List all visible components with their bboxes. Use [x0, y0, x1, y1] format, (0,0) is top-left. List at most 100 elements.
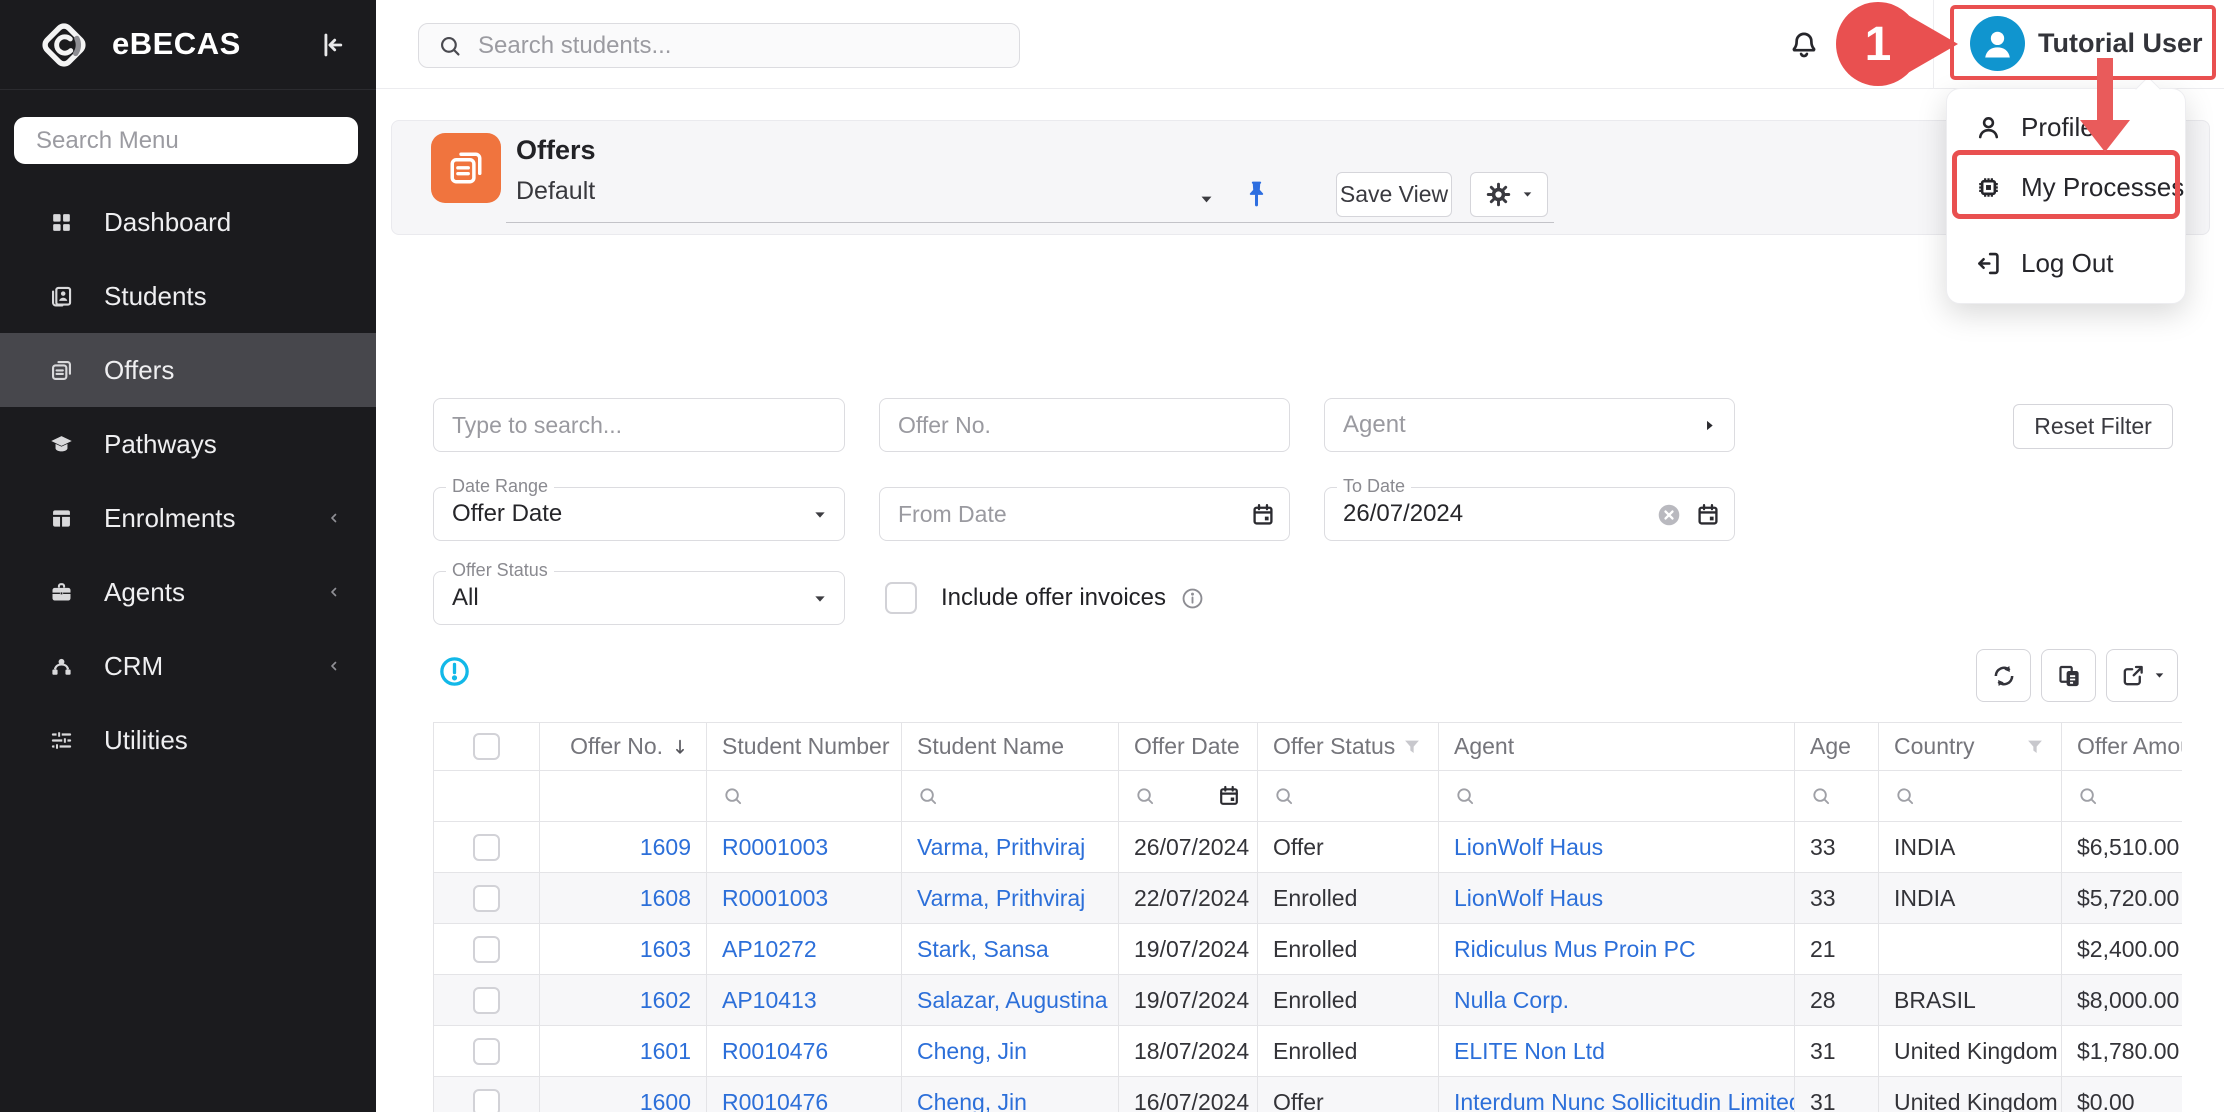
sidebar-item-offers[interactable]: Offers: [0, 333, 376, 407]
offer_no-link[interactable]: 1600: [640, 1089, 691, 1112]
header-cell-offer_no[interactable]: Offer No.: [540, 723, 707, 770]
user-dropdown-menu: Profile My Processes Log Out: [1946, 88, 2186, 304]
reset-filter-button[interactable]: Reset Filter: [2013, 404, 2173, 449]
student_number-link[interactable]: AP10272: [722, 936, 817, 963]
filter-cell-offer_date[interactable]: [1119, 771, 1258, 821]
topbar: Tutorial User: [376, 0, 2224, 89]
agent-link[interactable]: Ridiculus Mus Proin PC: [1454, 936, 1696, 963]
cell-offer_status: Offer: [1258, 822, 1439, 872]
menu-item-profile[interactable]: Profile: [1947, 97, 2185, 157]
save-view-button[interactable]: Save View: [1336, 172, 1452, 217]
cell-country: United Kingdom: [1879, 1026, 2062, 1076]
clear-icon[interactable]: [1656, 502, 1682, 528]
student_name-link[interactable]: Cheng, Jin: [917, 1038, 1027, 1065]
header-cell-select[interactable]: [434, 723, 540, 770]
cell-select: [434, 873, 540, 923]
header-cell-offer_status[interactable]: Offer Status: [1258, 723, 1439, 770]
calendar-icon[interactable]: [1694, 501, 1722, 529]
filter-cell-offer_status[interactable]: [1258, 771, 1439, 821]
agent-filter[interactable]: Agent: [1324, 398, 1735, 452]
row-checkbox[interactable]: [473, 987, 500, 1014]
filter-cell-offer_amount[interactable]: [2062, 771, 2182, 821]
agent-link[interactable]: ELITE Non Ltd: [1454, 1038, 1605, 1065]
row-checkbox[interactable]: [473, 885, 500, 912]
cell-offer_amount: $0.00: [2062, 1077, 2182, 1112]
filter-cell-student_name[interactable]: [902, 771, 1119, 821]
chevron-down-icon[interactable]: [1198, 191, 1215, 208]
sidebar-item-students[interactable]: Students: [0, 259, 376, 333]
header-cell-age[interactable]: Age: [1795, 723, 1879, 770]
row-checkbox[interactable]: [473, 1089, 500, 1112]
sidebar-item-agents[interactable]: Agents: [0, 555, 376, 629]
sidebar-item-enrolments[interactable]: Enrolments: [0, 481, 376, 555]
pin-view-icon[interactable]: [1240, 177, 1273, 210]
row-checkbox[interactable]: [473, 936, 500, 963]
student_number-link[interactable]: R0010476: [722, 1089, 828, 1112]
include-invoices-checkbox[interactable]: [885, 582, 917, 614]
student_number-link[interactable]: R0001003: [722, 834, 828, 861]
student_name-link[interactable]: Varma, Prithviraj: [917, 834, 1085, 861]
offer-no-input[interactable]: [879, 398, 1290, 452]
offer_no-link[interactable]: 1609: [640, 834, 691, 861]
offer_no-link[interactable]: 1601: [640, 1038, 691, 1065]
offer_no-link[interactable]: 1602: [640, 987, 691, 1014]
sidebar-item-utilities[interactable]: Utilities: [0, 703, 376, 777]
header-cell-offer_date[interactable]: Offer Date: [1119, 723, 1258, 770]
grid-search-input[interactable]: [433, 398, 845, 452]
user-menu-button[interactable]: Tutorial User: [1970, 8, 2216, 78]
filter-cell-agent[interactable]: [1439, 771, 1795, 821]
sidebar-item-dashboard[interactable]: Dashboard: [0, 185, 376, 259]
student-search-input[interactable]: [478, 32, 978, 60]
refresh-button[interactable]: [1976, 649, 2031, 702]
select-all-checkbox[interactable]: [473, 733, 500, 760]
from-date-input[interactable]: [880, 489, 1210, 539]
search-icon: [437, 33, 463, 59]
copy-button[interactable]: [2041, 649, 2096, 702]
date-range-select[interactable]: Date Range Offer Date: [433, 487, 845, 541]
export-button[interactable]: [2106, 649, 2178, 702]
offer_no-link[interactable]: 1608: [640, 885, 691, 912]
agent-link[interactable]: LionWolf Haus: [1454, 885, 1603, 912]
agent-link[interactable]: Interdum Nunc Sollicitudin Limited2: [1454, 1089, 1795, 1112]
filter-cell-country[interactable]: [1879, 771, 2062, 821]
header-cell-student_number[interactable]: Student Number: [707, 723, 902, 770]
cell-value: $8,000.00: [2077, 987, 2179, 1014]
filter-cell-student_number[interactable]: [707, 771, 902, 821]
menu-item-my-processes[interactable]: My Processes: [1947, 157, 2185, 217]
view-selector[interactable]: Default: [516, 177, 595, 206]
menu-item-log-out[interactable]: Log Out: [1947, 233, 2185, 293]
grid-alert-icon[interactable]: [438, 655, 471, 688]
student_number-link[interactable]: R0001003: [722, 885, 828, 912]
to-date-field[interactable]: To Date 26/07/2024: [1324, 487, 1735, 541]
sidebar-item-pathways[interactable]: Pathways: [0, 407, 376, 481]
header-cell-offer_amount[interactable]: Offer Amount: [2062, 723, 2182, 770]
column-label: Student Name: [917, 733, 1064, 760]
header-cell-country[interactable]: Country: [1879, 723, 2062, 770]
student_name-link[interactable]: Cheng, Jin: [917, 1089, 1027, 1112]
agent-link[interactable]: LionWolf Haus: [1454, 834, 1603, 861]
agent-link[interactable]: Nulla Corp.: [1454, 987, 1569, 1014]
student_name-link[interactable]: Varma, Prithviraj: [917, 885, 1085, 912]
header-cell-agent[interactable]: Agent: [1439, 723, 1795, 770]
student_name-link[interactable]: Salazar, Augustina: [917, 987, 1108, 1014]
grid-settings-button[interactable]: [1470, 172, 1548, 217]
notifications-bell-icon[interactable]: [1786, 25, 1822, 61]
table-row: 1609R0001003Varma, Prithviraj26/07/2024O…: [434, 822, 2182, 873]
sidebar-item-crm[interactable]: CRM: [0, 629, 376, 703]
sidebar-collapse-icon[interactable]: [316, 28, 350, 62]
filter-cell-age[interactable]: [1795, 771, 1879, 821]
offer-status-select[interactable]: Offer Status All: [433, 571, 845, 625]
student_number-link[interactable]: AP10413: [722, 987, 817, 1014]
row-checkbox[interactable]: [473, 1038, 500, 1065]
column-label: Country: [1894, 733, 1975, 760]
student_number-link[interactable]: R0010476: [722, 1038, 828, 1065]
student_name-link[interactable]: Stark, Sansa: [917, 936, 1049, 963]
app-window: eBECAS Dashboard Students Offers Pathway…: [0, 0, 2224, 1112]
header-cell-student_name[interactable]: Student Name: [902, 723, 1119, 770]
offer_no-link[interactable]: 1603: [640, 936, 691, 963]
cell-student_number: AP10413: [707, 975, 902, 1025]
row-checkbox[interactable]: [473, 834, 500, 861]
calendar-icon[interactable]: [1249, 501, 1277, 529]
sidebar-search-input[interactable]: [14, 117, 358, 164]
info-icon[interactable]: [1180, 586, 1205, 611]
